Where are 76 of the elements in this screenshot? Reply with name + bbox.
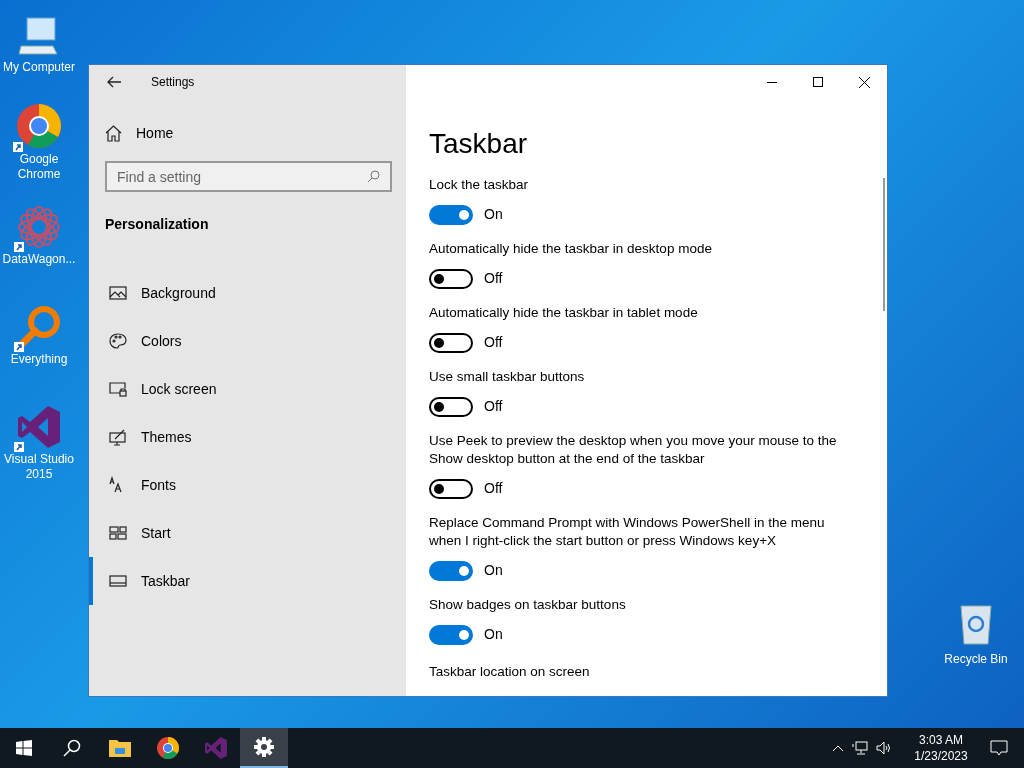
folder-icon: [109, 739, 131, 757]
toggle-switch[interactable]: [429, 624, 473, 645]
page-title: Taskbar: [429, 127, 529, 161]
windows-icon: [16, 740, 32, 756]
computer-icon: [17, 16, 61, 58]
setting-label: Use Peek to preview the desktop when you move your mouse to the Show desktop button at the end of the taskbar: [429, 432, 838, 468]
window-title: Settings: [151, 74, 195, 91]
setting-label: Use small taskbar buttons: [429, 368, 586, 386]
toggle-state: On: [484, 625, 503, 644]
themes-icon: [109, 428, 127, 446]
shortcut-label: DataWagon...: [1, 252, 77, 267]
shortcut-label: Recycle Bin: [944, 651, 1008, 668]
toggle-state: Off: [484, 333, 503, 352]
desktop-shortcut[interactable]: Everything: [0, 300, 78, 400]
back-arrow-icon[interactable]: [107, 76, 121, 88]
network-icon[interactable]: [852, 741, 868, 755]
home-icon: [105, 124, 122, 142]
lock-screen-icon: [109, 380, 127, 398]
chrome-icon: [15, 102, 63, 150]
section-heading: Personalization: [105, 215, 210, 234]
setting-label: Show badges on taskbar buttons: [429, 596, 627, 614]
toggle-switch[interactable]: [429, 268, 473, 289]
close-icon: [858, 76, 870, 88]
start-icon: [109, 524, 127, 542]
scrollbar-thumb[interactable]: [883, 178, 885, 311]
gear-icon: [254, 737, 274, 757]
nav-item[interactable]: Lock screen: [89, 365, 406, 413]
setting-label: Taskbar location on screen: [429, 663, 591, 681]
toggle-state: Off: [484, 479, 503, 498]
recycle-bin-icon: [958, 602, 994, 646]
setting-label: Replace Command Prompt with Windows PowerShell in the menu when I right-click the start button or press Windows key+X: [429, 514, 826, 550]
desktop-shortcut[interactable]: My Computer: [0, 8, 78, 100]
recycle-bin[interactable]: Recycle Bin: [940, 602, 1012, 668]
toggle-switch[interactable]: [429, 396, 473, 417]
nav-item[interactable]: Colors: [89, 317, 406, 365]
setting-label: Lock the taskbar: [429, 176, 530, 194]
nav-item[interactable]: Themes: [89, 413, 406, 461]
shortcut-label: My Computer: [2, 60, 76, 75]
taskbar-icon: [109, 572, 127, 590]
search-icon: [63, 739, 81, 757]
toggle-switch[interactable]: [429, 560, 473, 581]
home-nav-item[interactable]: Home: [105, 121, 406, 145]
shortcut-label: Google Chrome: [16, 152, 62, 182]
palette-icon: [109, 332, 127, 350]
nav-item[interactable]: Start: [89, 509, 406, 557]
nav-item[interactable]: Fonts: [89, 461, 406, 509]
notification-icon[interactable]: [990, 739, 1008, 757]
toggle-state: On: [484, 561, 503, 580]
search-icon: [367, 170, 380, 183]
clock[interactable]: 3:03 AM 1/23/2023: [902, 732, 980, 764]
desktop-shortcut[interactable]: Google Chrome: [0, 100, 78, 200]
toggle-state: Off: [484, 397, 503, 416]
visual-studio-icon: [16, 404, 62, 450]
minimize-icon: [767, 81, 777, 83]
shortcut-label: Visual Studio 2015: [3, 452, 75, 482]
nav-item[interactable]: Taskbar: [89, 557, 406, 605]
toggle-switch[interactable]: [429, 204, 473, 225]
image-icon: [109, 284, 127, 302]
setting-label: Automatically hide the taskbar in desktop mode: [429, 240, 713, 258]
chrome-icon: [156, 736, 180, 760]
flower-icon: [16, 204, 62, 250]
chevron-up-icon[interactable]: [832, 744, 844, 752]
speaker-icon[interactable]: [876, 741, 892, 755]
nav-item[interactable]: Background: [89, 269, 406, 317]
toggle-state: Off: [484, 269, 503, 288]
toggle-switch[interactable]: [429, 332, 473, 353]
toggle-state: On: [484, 205, 503, 224]
toggle-switch[interactable]: [429, 478, 473, 499]
search-field[interactable]: Find a setting: [105, 161, 392, 192]
desktop-shortcut[interactable]: Visual Studio 2015: [0, 400, 78, 500]
shortcut-label: Everything: [9, 352, 69, 367]
visual-studio-icon: [204, 736, 228, 760]
taskbar-button[interactable]: [240, 728, 288, 768]
maximize-icon: [813, 77, 823, 87]
desktop-shortcut[interactable]: DataWagon...: [0, 200, 78, 300]
setting-label: Automatically hide the taskbar in tablet mode: [429, 304, 699, 322]
